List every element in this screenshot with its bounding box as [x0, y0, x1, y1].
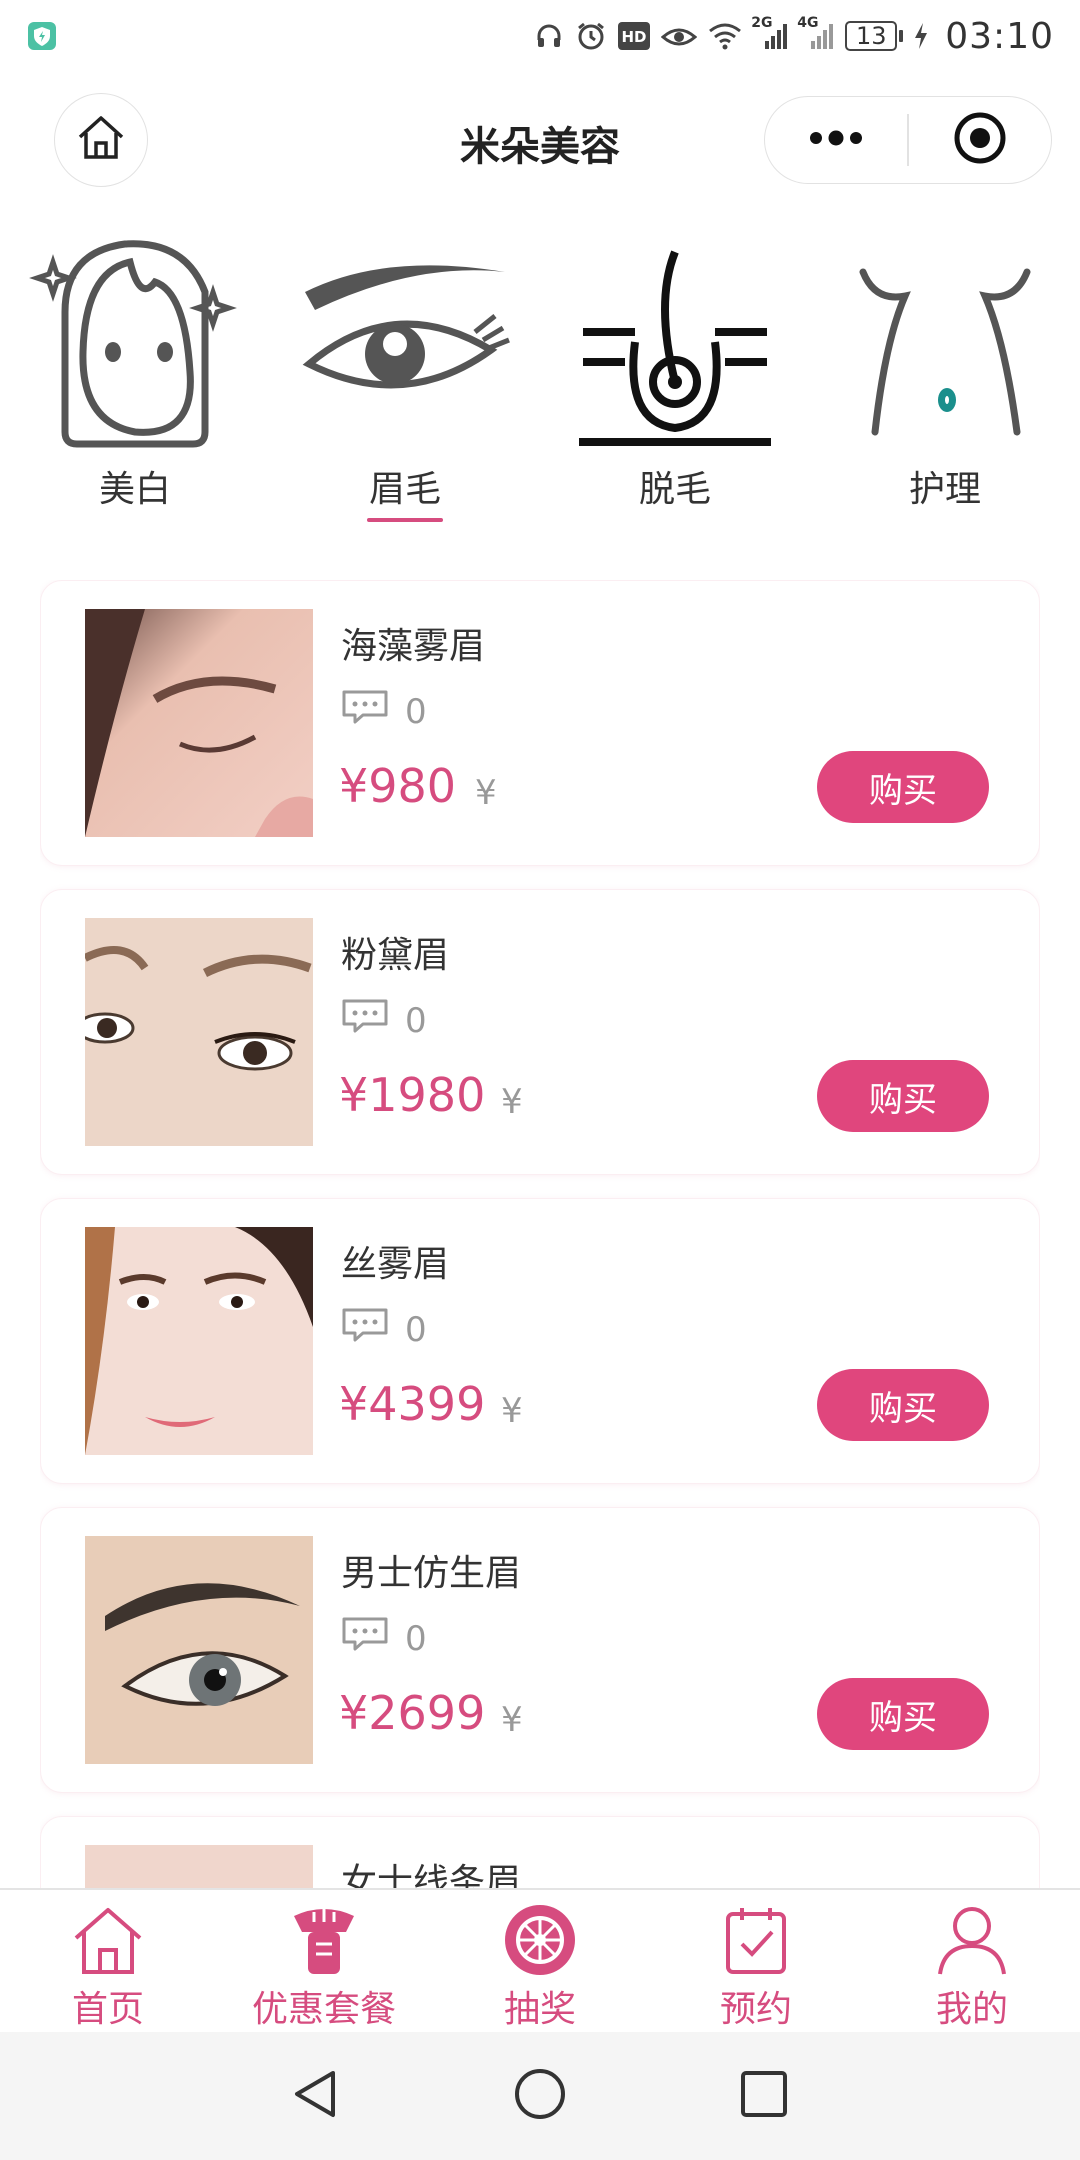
product-photo [85, 918, 313, 1146]
comment-icon [341, 1616, 389, 1661]
product-card[interactable]: 海藻雾眉 0 ¥980 ¥ 购买 [40, 580, 1040, 866]
product-photo [85, 1536, 313, 1764]
close-program-button[interactable] [909, 97, 1051, 183]
status-bar: HD 2G 4G 13 03:10 [0, 0, 1080, 72]
buy-button[interactable]: 购买 [817, 1678, 989, 1750]
target-close-icon [952, 110, 1008, 170]
comment-count: 0 [341, 1307, 427, 1352]
eye-eyebrow-icon [295, 232, 515, 452]
product-name: 海藻雾眉 [341, 626, 486, 667]
home-icon [69, 1902, 147, 1978]
signal-4g-icon: 4G [797, 15, 835, 51]
category-care[interactable]: 护理 [810, 232, 1080, 522]
product-card[interactable]: 粉黛眉 0 ¥1980 ¥ 购买 [40, 889, 1040, 1175]
original-price: ¥ [501, 1082, 523, 1122]
charging-icon [913, 21, 929, 51]
alarm-icon [575, 20, 607, 52]
more-dots-icon [806, 128, 866, 152]
comment-icon [341, 1307, 389, 1352]
product-photo [85, 609, 313, 837]
product-price: ¥1980 [339, 1068, 486, 1122]
lottery-wheel-icon [501, 1902, 579, 1978]
tab-home[interactable]: 首页 [0, 1890, 216, 2032]
battery-indicator: 13 [845, 21, 904, 51]
tab-label: 我的 [935, 1989, 1008, 2030]
original-price: ¥ [475, 773, 497, 813]
package-icon [285, 1902, 363, 1978]
tab-lottery[interactable]: 抽奖 [432, 1890, 648, 2032]
category-label: 护理 [908, 469, 981, 510]
category-hair-removal[interactable]: 脱毛 [540, 232, 810, 522]
category-label: 美白 [98, 469, 171, 510]
product-card[interactable]: 女士线条眉 [40, 1816, 1040, 1888]
face-whitening-icon [25, 232, 245, 452]
product-photo [85, 1845, 313, 1888]
more-button[interactable] [765, 97, 907, 183]
category-label: 脱毛 [638, 469, 711, 510]
product-card[interactable]: 丝雾眉 0 ¥4399 ¥ 购买 [40, 1198, 1040, 1484]
product-name: 女士线条眉 [341, 1862, 522, 1888]
home-nav-button[interactable] [508, 2064, 572, 2128]
signal-2g-icon: 2G [751, 15, 789, 51]
comment-count: 0 [341, 998, 427, 1043]
category-label: 眉毛 [368, 469, 441, 510]
product-card[interactable]: 男士仿生眉 0 ¥2699 ¥ 购买 [40, 1507, 1040, 1793]
body-care-icon [835, 232, 1055, 452]
clock: 03:10 [945, 15, 1054, 57]
buy-button[interactable]: 购买 [817, 751, 989, 823]
original-price: ¥ [501, 1700, 523, 1740]
comment-icon [341, 998, 389, 1043]
home-circle-icon [513, 2067, 567, 2125]
tab-label: 抽奖 [503, 1989, 576, 2030]
tab-label: 优惠套餐 [251, 1989, 396, 2030]
comment-count: 0 [341, 1616, 427, 1661]
product-price: ¥4399 [339, 1377, 486, 1431]
tab-label: 预约 [719, 1989, 792, 2030]
recents-square-icon [737, 2067, 791, 2125]
product-name: 粉黛眉 [341, 935, 450, 976]
user-icon [933, 1902, 1011, 1978]
product-name: 丝雾眉 [341, 1244, 450, 1285]
battery-level: 13 [845, 21, 898, 51]
category-nav: 美白 眉毛 脱毛 护理 [0, 232, 1080, 522]
eye-comfort-icon [661, 21, 698, 51]
recents-button[interactable] [732, 2064, 796, 2128]
tab-bar: 首页 优惠套餐 抽奖 预约 我的 [0, 1888, 1080, 2032]
app-shield-icon [26, 20, 58, 52]
hair-removal-icon [565, 232, 785, 452]
product-price: ¥980 [339, 759, 457, 813]
system-nav-bar [0, 2032, 1080, 2160]
category-whitening[interactable]: 美白 [0, 232, 270, 522]
svg-text:HD: HD [622, 28, 647, 46]
tab-label: 首页 [71, 1989, 144, 2030]
header: 米朵美容 [0, 90, 1080, 190]
selected-underline [367, 518, 443, 522]
product-name: 男士仿生眉 [341, 1553, 522, 1594]
product-price: ¥2699 [339, 1686, 486, 1740]
tab-profile[interactable]: 我的 [864, 1890, 1080, 2032]
back-button[interactable] [284, 2064, 348, 2128]
original-price: ¥ [501, 1391, 523, 1431]
calendar-check-icon [717, 1902, 795, 1978]
comment-icon [341, 689, 389, 734]
product-photo [85, 1227, 313, 1455]
buy-button[interactable]: 购买 [817, 1060, 989, 1132]
hd-icon: HD [617, 21, 651, 51]
buy-button[interactable]: 购买 [817, 1369, 989, 1441]
tab-appointment[interactable]: 预约 [648, 1890, 864, 2032]
product-list: 海藻雾眉 0 ¥980 ¥ 购买 粉黛眉 0 ¥1980 ¥ 购买 丝雾眉 0 … [40, 580, 1040, 1888]
wifi-icon [707, 21, 743, 51]
category-eyebrow[interactable]: 眉毛 [270, 232, 540, 522]
headphones-icon [533, 20, 565, 52]
back-triangle-icon [289, 2067, 343, 2125]
mini-program-capsule [764, 96, 1052, 184]
comment-count: 0 [341, 689, 427, 734]
tab-packages[interactable]: 优惠套餐 [216, 1890, 432, 2032]
